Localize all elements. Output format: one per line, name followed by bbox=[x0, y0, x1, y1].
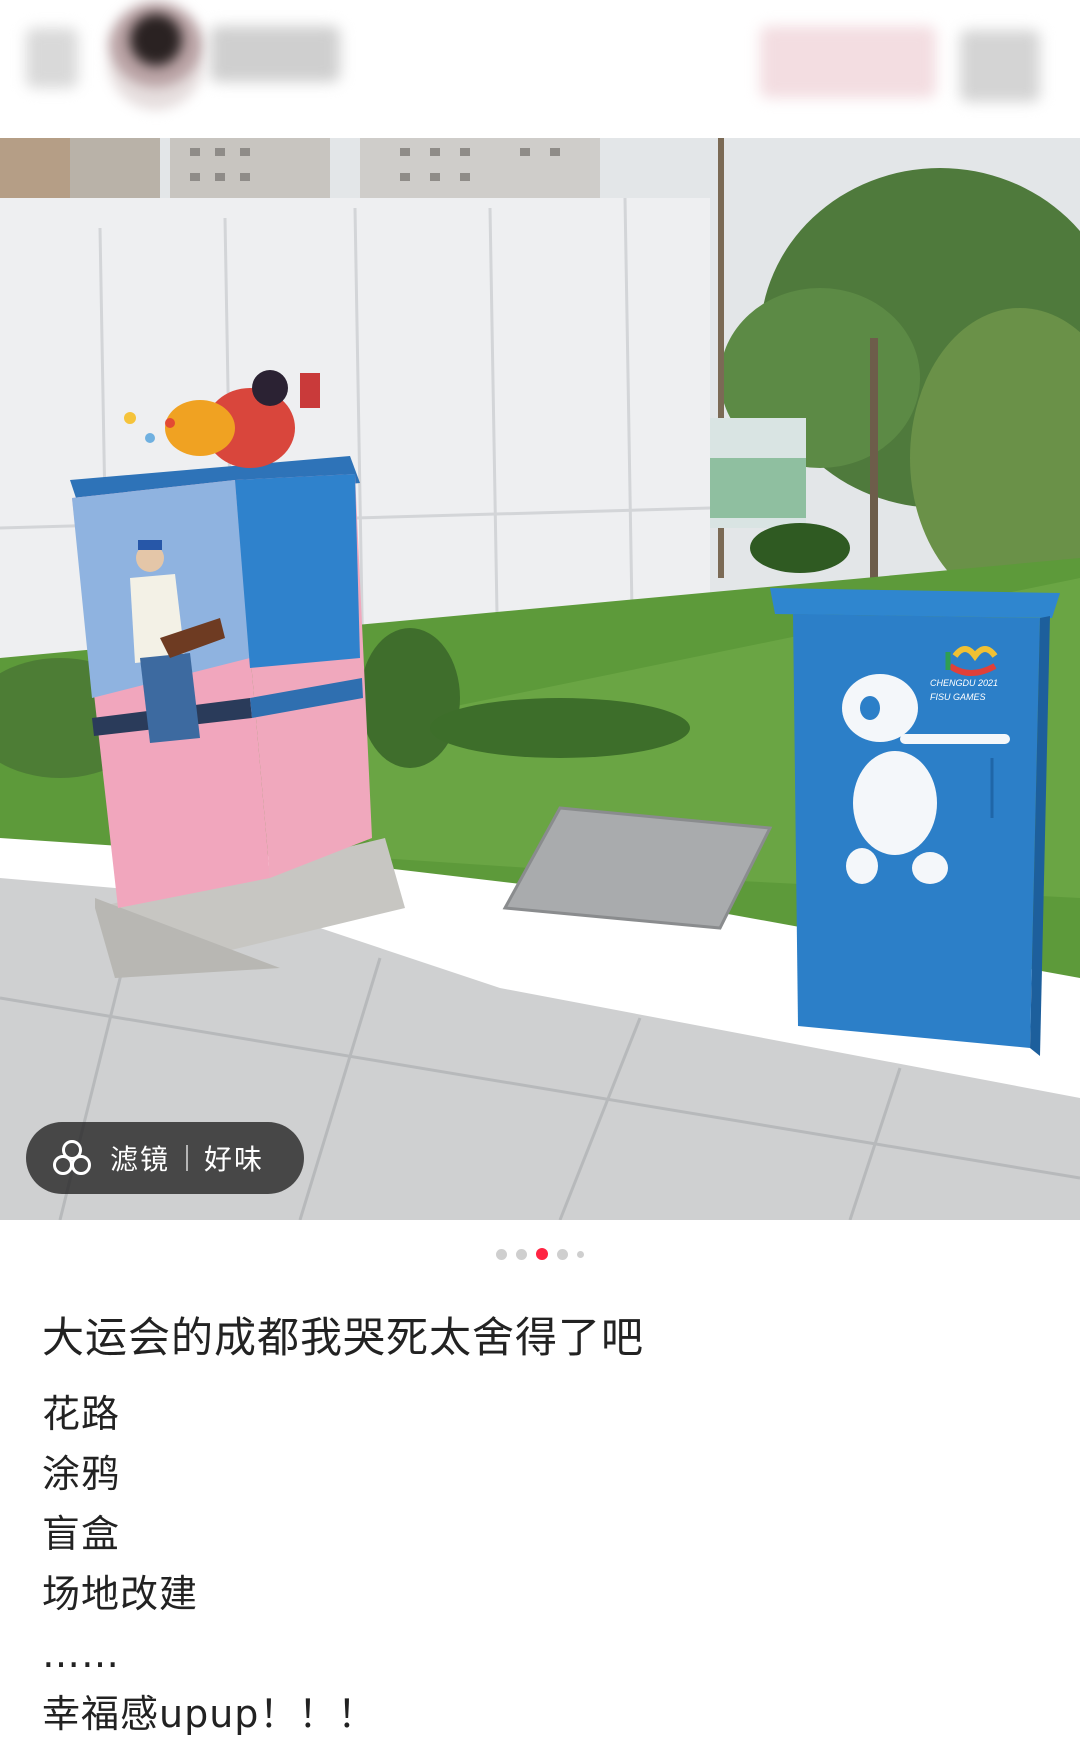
post-photo[interactable]: CHENGDU 2021 FISU GAMES bbox=[0, 138, 1080, 1220]
post-line: …… bbox=[42, 1632, 120, 1676]
filter-label: 滤镜 bbox=[110, 1143, 171, 1176]
post-line: 涂鸦 bbox=[42, 1452, 121, 1496]
post-line: 幸福感upup！！！ bbox=[42, 1692, 377, 1736]
carousel-dot[interactable] bbox=[496, 1248, 507, 1260]
post-line: 盲盒 bbox=[42, 1512, 121, 1556]
filter-name: 好味 bbox=[204, 1143, 265, 1176]
carousel-indicator bbox=[0, 1247, 1080, 1261]
author-name-blurred[interactable] bbox=[210, 26, 340, 82]
carousel-dot[interactable] bbox=[577, 1250, 584, 1258]
carousel-dot-active[interactable] bbox=[536, 1248, 548, 1260]
carousel-dot[interactable] bbox=[516, 1248, 527, 1260]
filter-divider bbox=[186, 1145, 189, 1171]
back-control-blurred[interactable] bbox=[26, 28, 78, 88]
post-body: 花路 涂鸦 盲盒 场地改建 …… 幸福感upup！！！ bbox=[42, 1384, 376, 1744]
filter-badge[interactable]: 滤镜 好味 bbox=[26, 1122, 304, 1194]
box-logo-line-1: CHENGDU 2021 bbox=[930, 678, 999, 688]
post-header bbox=[0, 0, 1080, 138]
box-logo-line-2: FISU GAMES bbox=[930, 692, 986, 702]
carousel-dot[interactable] bbox=[557, 1248, 568, 1260]
filter-icon bbox=[52, 1138, 92, 1178]
avatar[interactable] bbox=[108, 2, 204, 110]
share-icon-blurred[interactable] bbox=[960, 30, 1040, 102]
post-title: 大运会的成都我哭死太舍得了吧 bbox=[42, 1313, 645, 1362]
box-logo-text: CHENGDU 2021 FISU GAMES bbox=[930, 676, 1050, 704]
post-line: 花路 bbox=[42, 1392, 121, 1436]
post-line: 场地改建 bbox=[42, 1572, 199, 1616]
photo-scene bbox=[0, 138, 1080, 1220]
follow-button-blurred[interactable] bbox=[760, 26, 936, 98]
